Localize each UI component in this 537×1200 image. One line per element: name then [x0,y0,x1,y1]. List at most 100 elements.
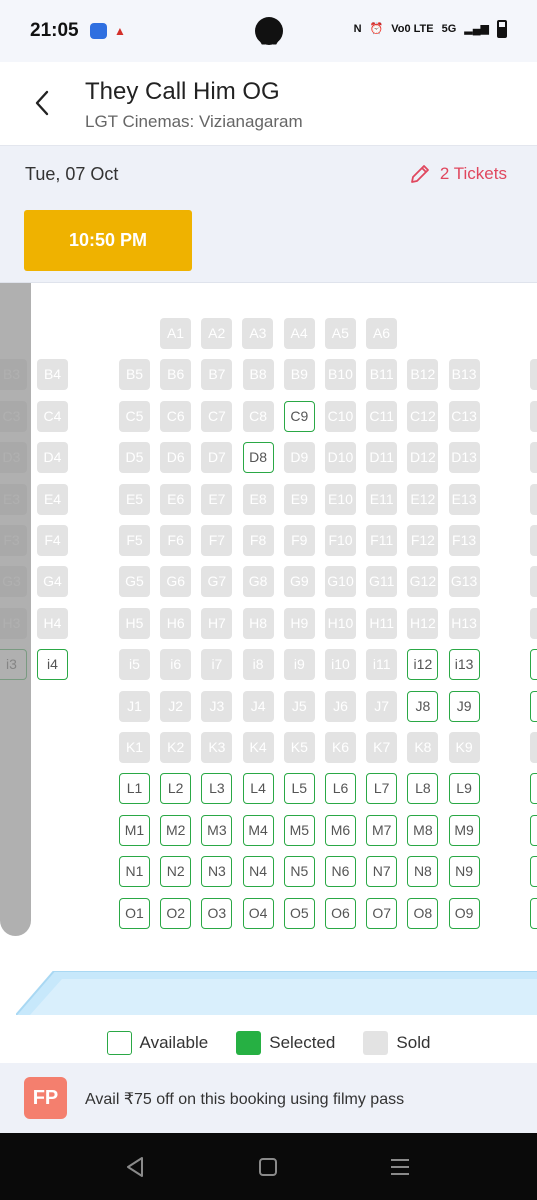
seat-L9[interactable]: L9 [448,773,480,805]
cinema-screen [16,971,537,1015]
seat-E11: E11 [366,483,398,515]
seat-N5[interactable]: N5 [283,856,315,888]
seat-L5[interactable]: L5 [283,773,315,805]
promo-banner[interactable]: FP Avail ₹75 off on this booking using f… [0,1063,537,1133]
legend-selected: Selected [236,1031,335,1055]
seat-A6: A6 [366,318,397,349]
seat-D9: D9 [283,442,315,474]
seat-C6: C6 [160,400,192,432]
seat-L4[interactable]: L4 [242,773,274,805]
seat-N8[interactable]: N8 [407,856,439,888]
showtime-button[interactable]: 10:50 PM [24,210,192,271]
seat-E8: E8 [242,483,274,515]
seat-D6: D6 [160,442,192,474]
seat-B13: B13 [448,359,480,391]
seat-N7[interactable]: N7 [366,856,398,888]
seat-i8: i8 [242,649,274,681]
edit-tickets-button[interactable]: 2 Tickets [408,162,507,186]
seat-N9[interactable]: N9 [448,856,480,888]
battery-icon [497,20,507,38]
seat-C7: C7 [201,400,233,432]
seat-E6: E6 [160,483,192,515]
seat-F10: F10 [325,525,356,556]
nav-back-icon[interactable] [122,1153,150,1181]
seat-J2: J2 [160,690,192,722]
seat-N4[interactable]: N4 [242,856,274,888]
seat-L2[interactable]: L2 [160,773,192,805]
seat-J9[interactable]: J9 [448,690,480,722]
seat-C10: C10 [325,400,356,432]
seat-M4[interactable]: M4 [242,814,274,846]
seat-i4[interactable]: i4 [37,649,68,681]
seat-M7[interactable]: M7 [366,814,398,846]
back-arrow-icon [35,90,49,116]
seat-H7: H7 [201,607,233,639]
seat-H12: H12 [407,607,439,639]
system-nav-bar [0,1133,537,1200]
seat-K9: K9 [448,732,480,763]
seat-O1[interactable]: O1 [119,897,150,929]
seat-J8[interactable]: J8 [407,690,439,722]
seat-M6[interactable]: M6 [325,814,356,846]
seat-M9[interactable]: M9 [448,814,480,846]
seat-F7: F7 [201,525,233,556]
nav-home-icon[interactable] [254,1153,282,1181]
seat-N1[interactable]: N1 [119,856,150,888]
seat-L6[interactable]: L6 [325,773,356,805]
seat-O9[interactable]: O9 [448,897,480,929]
back-button[interactable] [28,86,58,120]
seat-O7[interactable]: O7 [366,897,398,929]
seat-i12[interactable]: i12 [407,649,439,681]
seat-O2[interactable]: O2 [160,897,192,929]
seat-D8[interactable]: D8 [242,442,274,474]
seat-L3[interactable]: L3 [201,773,233,805]
seat-N6[interactable]: N6 [325,856,356,888]
seat-G13: G13 [448,566,480,598]
seat-K5: K5 [283,732,315,763]
seat-E13: E13 [448,483,480,515]
seat-O3[interactable]: O3 [201,897,233,929]
seat-M8[interactable]: M8 [407,814,439,846]
seat-J6: J6 [325,690,356,722]
seat-M1[interactable]: M1 [119,814,150,846]
seat-M2[interactable]: M2 [160,814,192,846]
seat-N3[interactable]: N3 [201,856,233,888]
nav-menu-icon[interactable] [386,1153,414,1181]
legend-sold-label: Sold [396,1033,431,1052]
seat-B12: B12 [407,359,439,391]
seat-D11: D11 [366,442,398,474]
seat-A5: A5 [324,318,356,349]
seat-i13[interactable]: i13 [448,649,480,681]
pencil-icon [411,165,429,183]
showtime-section: Tue, 07 Oct 2 Tickets 10:50 PM [0,146,537,283]
cinema-name: LGT Cinemas: Vizianagaram [85,112,303,131]
seat-C11: C11 [366,400,398,432]
nfc-icon: N [353,23,362,35]
seat-E10: E10 [325,483,356,515]
seat-D12: D12 [407,442,439,474]
selected-swatch [236,1031,262,1055]
seat-K3: K3 [201,732,233,763]
seat-O8[interactable]: O8 [407,897,439,929]
seat-F4: F4 [37,525,68,556]
seat-O5[interactable]: O5 [283,897,315,929]
seat-K6: K6 [325,732,356,763]
seat-O6[interactable]: O6 [325,897,356,929]
seat-M5[interactable]: M5 [283,814,315,846]
seat-D7: D7 [201,442,233,474]
seat-B7: B7 [201,359,233,391]
seat-N2[interactable]: N2 [160,856,192,888]
seat-C9[interactable]: C9 [283,400,315,432]
seat-L8[interactable]: L8 [407,773,439,805]
seat-L7[interactable]: L7 [366,773,398,805]
seat-J3: J3 [201,690,233,722]
seat-J4: J4 [242,690,274,722]
seat-O4[interactable]: O4 [242,897,274,929]
seat-L1[interactable]: L1 [119,773,150,805]
ticket-count: 2 Tickets [439,164,507,183]
filmy-pass-logo: FP [24,1077,67,1119]
seat-G9: G9 [283,566,315,598]
legend-available: Available [106,1031,208,1055]
horizontal-scroll-thumb[interactable] [0,283,31,936]
seat-M3[interactable]: M3 [201,814,233,846]
